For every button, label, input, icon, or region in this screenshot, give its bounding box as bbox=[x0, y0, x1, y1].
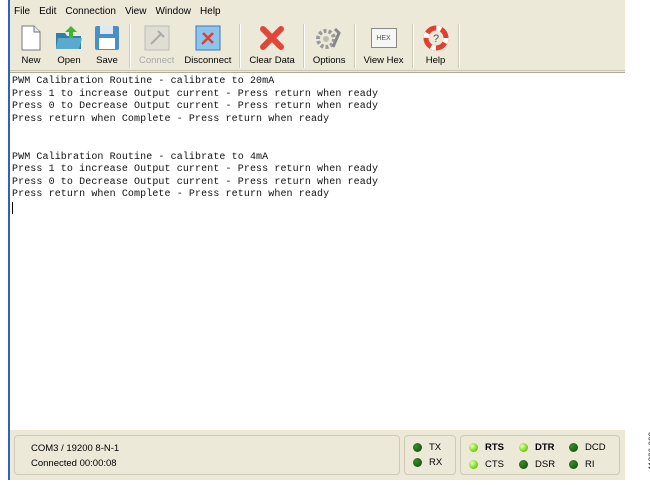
menu-file[interactable]: File bbox=[14, 6, 30, 17]
port-settings: COM3 / 19200 8-N-1 bbox=[31, 443, 120, 454]
save-disk-icon bbox=[93, 24, 121, 52]
toolbar-separator bbox=[129, 24, 131, 68]
dsr-label: DSR bbox=[535, 459, 556, 470]
terminal-line: PWM Calibration Routine - calibrate to 2… bbox=[12, 76, 275, 87]
toolbar: New Open Save Connect Disconnect Clear D… bbox=[10, 22, 625, 71]
led-on-icon bbox=[519, 443, 528, 452]
save-button[interactable]: Save bbox=[88, 22, 126, 66]
dcd-led: DCD bbox=[569, 440, 619, 455]
disconnect-label: Disconnect bbox=[184, 55, 232, 66]
terminal-line: Press 1 to increase Output current - Pre… bbox=[12, 164, 379, 176]
dsr-led: DSR bbox=[519, 457, 569, 472]
open-label: Open bbox=[57, 55, 81, 66]
status-bar: COM3 / 19200 8-N-1 Connected 00:00:08 TX… bbox=[10, 430, 629, 480]
connection-info-panel: COM3 / 19200 8-N-1 Connected 00:00:08 bbox=[14, 435, 400, 475]
terminal-line: Press 0 to Decrease Output current - Pre… bbox=[12, 176, 379, 188]
new-label: New bbox=[21, 55, 41, 66]
terminal-line: Press return when Complete - Press retur… bbox=[12, 189, 330, 201]
toolbar-separator bbox=[302, 24, 305, 68]
led-off-icon bbox=[413, 443, 422, 452]
unplug-icon bbox=[194, 24, 222, 52]
gears-icon bbox=[315, 24, 343, 52]
menu-connection[interactable]: Connection bbox=[65, 6, 116, 17]
toolbar-separator bbox=[457, 24, 460, 68]
text-cursor bbox=[12, 201, 13, 214]
led-on-icon bbox=[469, 443, 478, 452]
menu-window[interactable]: Window bbox=[155, 6, 191, 17]
rx-label: RX bbox=[429, 457, 443, 468]
red-x-icon bbox=[258, 24, 286, 52]
plug-icon bbox=[143, 24, 171, 52]
help-button[interactable]: ? Help bbox=[417, 22, 455, 66]
dcd-label: DCD bbox=[585, 442, 606, 453]
led-off-icon bbox=[569, 460, 578, 469]
options-button[interactable]: Options bbox=[308, 22, 351, 66]
options-label: Options bbox=[312, 55, 346, 66]
hex-icon: HEX bbox=[370, 24, 398, 52]
toolbar-separator bbox=[239, 24, 242, 68]
view-hex-button[interactable]: HEX View Hex bbox=[359, 22, 409, 66]
cts-led: CTS bbox=[469, 457, 519, 472]
led-off-icon bbox=[569, 443, 578, 452]
terminal-window: File Edit Connection View Window Help Ne… bbox=[8, 0, 625, 480]
disconnect-button[interactable]: Disconnect bbox=[179, 22, 236, 66]
clear-data-label: Clear Data bbox=[249, 55, 295, 66]
dtr-led: DTR bbox=[519, 440, 569, 455]
tx-label: TX bbox=[429, 442, 442, 453]
hex-icon-text: HEX bbox=[370, 28, 397, 48]
terminal-line: PWM Calibration Routine - calibrate to 4… bbox=[12, 151, 269, 163]
menu-edit[interactable]: Edit bbox=[39, 6, 56, 17]
terminal-line: Press return when Complete - Press retur… bbox=[12, 113, 330, 125]
led-off-icon bbox=[519, 460, 528, 469]
toolbar-separator bbox=[411, 24, 414, 68]
data-leds-panel: TX RX bbox=[404, 435, 456, 475]
menu-bar: File Edit Connection View Window Help bbox=[10, 0, 625, 22]
ri-label: RI bbox=[585, 459, 595, 470]
menu-view[interactable]: View bbox=[125, 6, 147, 17]
rts-label: RTS bbox=[485, 442, 504, 453]
cts-label: CTS bbox=[485, 459, 504, 470]
view-hex-label: View Hex bbox=[363, 55, 404, 66]
svg-text:?: ? bbox=[432, 33, 438, 45]
rts-led: RTS bbox=[469, 440, 519, 455]
help-label: Help bbox=[425, 55, 446, 66]
control-leds-panel: RTS DTR DCD CTS DSR RI bbox=[460, 435, 620, 475]
led-off-icon bbox=[413, 458, 422, 467]
connection-time: Connected 00:00:08 bbox=[31, 458, 117, 469]
terminal-line: Press 1 to increase Output current - Pre… bbox=[12, 88, 379, 100]
connect-button[interactable]: Connect bbox=[134, 22, 179, 66]
terminal-output[interactable]: PWM Calibration Routine - calibrate to 2… bbox=[10, 72, 625, 430]
ri-led: RI bbox=[569, 457, 619, 472]
dtr-label: DTR bbox=[535, 442, 555, 453]
lifebuoy-help-icon: ? bbox=[422, 24, 450, 52]
connect-label: Connect bbox=[139, 55, 175, 66]
clear-data-button[interactable]: Clear Data bbox=[244, 22, 299, 66]
tx-led: TX bbox=[413, 440, 455, 455]
new-document-icon bbox=[17, 24, 45, 52]
rx-led: RX bbox=[413, 455, 455, 470]
terminal-line: Press 0 to Decrease Output current - Pre… bbox=[12, 101, 379, 113]
open-button[interactable]: Open bbox=[50, 22, 88, 66]
toolbar-separator bbox=[353, 24, 356, 68]
new-button[interactable]: New bbox=[12, 22, 50, 66]
save-label: Save bbox=[96, 55, 118, 66]
open-folder-icon bbox=[55, 24, 83, 52]
led-on-icon bbox=[469, 460, 478, 469]
menu-help[interactable]: Help bbox=[200, 6, 221, 17]
